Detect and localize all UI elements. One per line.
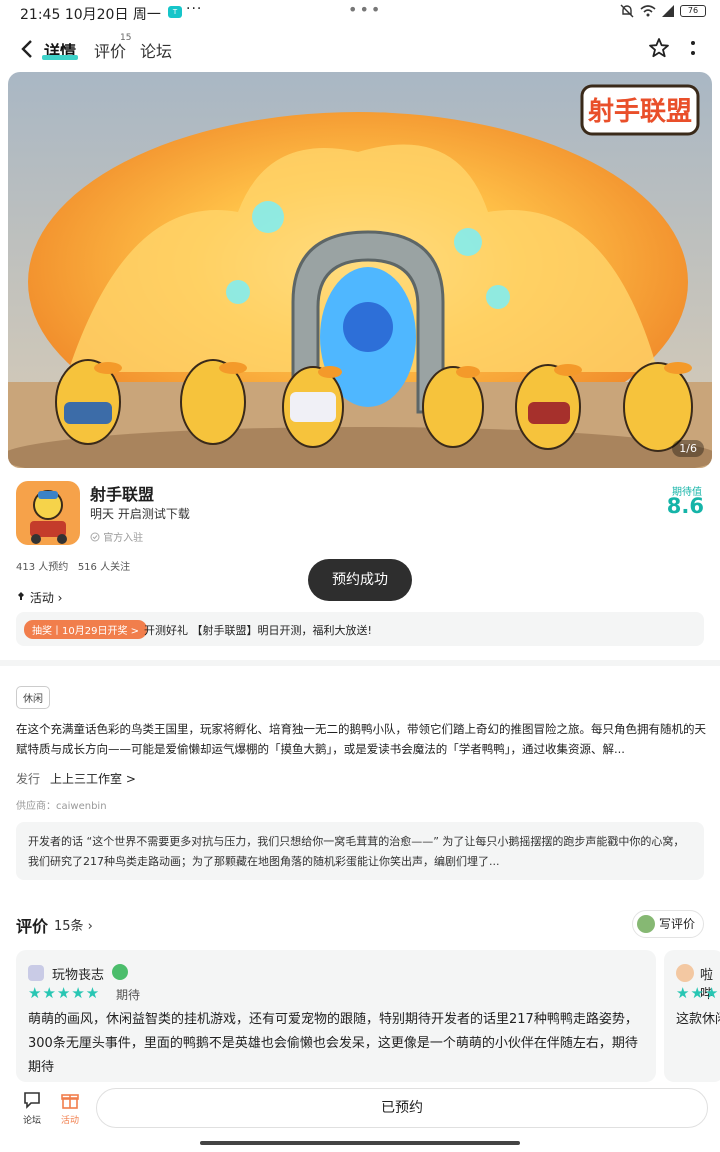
game-release-status: 明天 开启测试下载 (90, 507, 190, 521)
wifi-icon (640, 5, 656, 17)
more-options-icon[interactable] (690, 39, 696, 59)
game-icon (16, 481, 80, 545)
event-banner[interactable]: 抽奖丨10月29日开奖 > 开测好礼 【射手联盟】明日开测，福利大放送! (16, 612, 704, 646)
signal-icon (662, 5, 674, 17)
publisher-name[interactable]: 上上三工作室 > (50, 772, 136, 786)
rating-stars: ★★★★★ (28, 984, 101, 1002)
rating-label: 期待 (116, 988, 141, 1002)
game-stats: 413 人预约 516 人关注 (16, 562, 131, 573)
chat-icon (24, 1092, 40, 1109)
pin-icon (18, 592, 24, 600)
status-bar: 21:45 10月20日 周一 T ··· ••• 76 (0, 0, 720, 26)
battery-icon: 76 (680, 5, 706, 17)
section-divider (0, 660, 720, 666)
status-icons: 76 (620, 4, 706, 18)
player-badge-icon (112, 964, 128, 980)
game-title: 射手联盟 (90, 485, 155, 504)
review-text: 这款休闲 (676, 1012, 720, 1027)
forum-button[interactable]: 论坛 (18, 1090, 46, 1126)
taptap-icon: T (168, 6, 182, 18)
status-time: 21:45 10月20日 周一 (20, 7, 161, 23)
reservation-toast: 预约成功 (308, 559, 412, 601)
home-indicator[interactable] (200, 1141, 520, 1145)
more-dots-icon: ··· (186, 1, 203, 17)
genre-tag[interactable]: 休闲 (16, 686, 50, 709)
avatar (28, 965, 44, 981)
review-count-badge: 15 (120, 33, 132, 43)
hero-banner-image[interactable]: 射手联盟 (8, 72, 712, 468)
image-pager: 1/6 (672, 440, 704, 457)
official-badge: 官方入驻 (90, 529, 143, 544)
silent-bell-icon (620, 4, 634, 18)
supplier: 供应商：caiwenbin (16, 801, 107, 812)
developer-note[interactable]: 开发者的话 “这个世界不需要更多对抗与压力，我们只想给你一窝毛茸茸的治愈——” … (16, 822, 704, 880)
review-card[interactable]: 啦哔 ★★★ 这款休闲 (664, 950, 720, 1082)
check-circle-icon (90, 532, 100, 542)
tab-forum[interactable]: 论坛 (140, 38, 172, 62)
tab-underline (42, 55, 78, 60)
bottom-bar: 论坛 活动 已预约 (0, 1082, 720, 1152)
gift-icon (61, 1094, 79, 1109)
write-review-button[interactable]: 写评价 (632, 910, 704, 938)
lottery-badge: 抽奖丨10月29日开奖 > (24, 620, 148, 639)
review-card[interactable]: 玩物丧志 ★★★★★ 期待 萌萌的画风，休闲益智类的挂机游戏，还有可爱宠物的跟随… (16, 950, 656, 1082)
user-avatar (637, 915, 655, 933)
avatar (676, 964, 694, 982)
game-logo: 射手联盟 (587, 97, 692, 127)
reviews-count[interactable]: 15条 › (54, 915, 93, 934)
reserved-button[interactable]: 已预约 (96, 1088, 708, 1128)
favorite-star-icon[interactable] (648, 37, 670, 59)
game-description[interactable]: 在这个充满童话色彩的鸟类王国里，玩家将孵化、培育独一无二的鹅鸭小队，带领它们踏上… (16, 719, 706, 759)
back-icon[interactable] (20, 39, 34, 59)
handle-dots-icon: ••• (348, 0, 383, 19)
events-link[interactable]: 活动 › (16, 589, 62, 606)
review-username: 玩物丧志 (52, 968, 105, 983)
reviews-title[interactable]: 评价 (16, 913, 48, 937)
event-text: 开测好礼 【射手联盟】明日开测，福利大放送! (144, 624, 372, 637)
rating-stars: ★★★ (676, 984, 720, 1002)
expectation-score: 8.6 (666, 494, 704, 518)
review-text: 萌萌的画风，休闲益智类的挂机游戏，还有可爱宠物的跟随，特别期待开发者的话里217… (28, 1012, 638, 1075)
publisher-row[interactable]: 发行 上上三工作室 > (16, 770, 136, 787)
top-nav: 详情 评价 15 论坛 (0, 30, 720, 68)
events-button[interactable]: 活动 (56, 1090, 84, 1126)
